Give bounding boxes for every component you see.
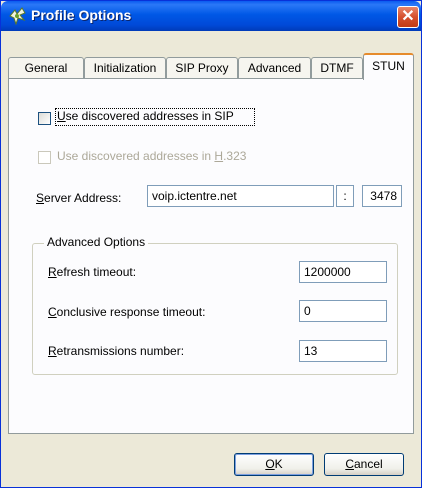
tab-sip-proxy[interactable]: SIP Proxy [166, 57, 238, 79]
tab-advanced[interactable]: Advanced [238, 57, 311, 79]
tab-stun[interactable]: STUN [363, 53, 414, 80]
tab-dtmf[interactable]: DTMF [311, 57, 363, 79]
cancel-button[interactable]: Cancel [324, 453, 404, 476]
tab-initialization[interactable]: Initialization [84, 57, 166, 79]
retransmissions-label: Retransmissions number: [48, 344, 185, 358]
window-title: Profile Options [31, 7, 132, 23]
refresh-timeout-label: Refresh timeout: [48, 265, 137, 279]
server-address-input[interactable]: voip.ictentre.net [147, 185, 334, 207]
close-button[interactable]: ✕ [397, 6, 419, 28]
close-icon: ✕ [401, 8, 415, 25]
tab-general[interactable]: General [8, 57, 84, 79]
use-sip-checkbox[interactable] [38, 112, 51, 125]
port-separator: : [336, 185, 354, 207]
refresh-timeout-input[interactable]: 1200000 [299, 261, 387, 283]
conclusive-timeout-label: Conclusive response timeout: [48, 305, 206, 319]
app-icon [9, 7, 26, 25]
profile-options-dialog: Profile Options ✕ General Initialization… [0, 0, 422, 488]
use-sip-label[interactable]: Use discovered addresses in SIP [57, 109, 234, 123]
use-h323-label: Use discovered addresses in H.323 [57, 149, 247, 163]
use-h323-checkbox[interactable] [38, 151, 51, 164]
conclusive-timeout-input[interactable]: 0 [299, 300, 387, 322]
ok-button[interactable]: OK [234, 453, 314, 476]
retransmissions-input[interactable]: 13 [299, 340, 387, 362]
server-address-label: Server Address: [36, 191, 122, 205]
server-port-input[interactable]: 3478 [362, 185, 402, 207]
title-bar[interactable]: Profile Options ✕ [1, 1, 421, 31]
advanced-options-title: Advanced Options [44, 235, 149, 249]
